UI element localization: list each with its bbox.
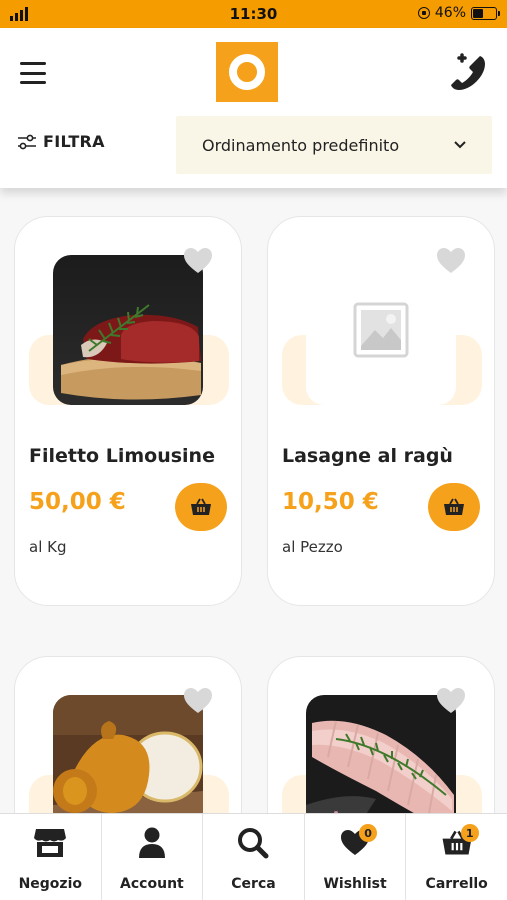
hamburger-menu-icon[interactable]	[20, 62, 46, 84]
filter-button[interactable]: FILTRA	[17, 132, 105, 151]
cart-count-badge: 1	[460, 824, 479, 842]
product-card[interactable]: Lasagne al ragù 10,50 € al Pezzo	[267, 216, 495, 606]
product-card[interactable]: Filetto Limousine 50,00 € al Kg	[14, 216, 242, 606]
nav-item-carrello[interactable]: 1 Carrello	[406, 814, 507, 900]
product-image[interactable]	[53, 255, 203, 405]
wishlist-heart-icon[interactable]	[436, 247, 466, 275]
nav-item-account[interactable]: Account	[102, 814, 204, 900]
store-icon	[32, 826, 68, 860]
orientation-lock-icon	[417, 7, 430, 19]
user-icon	[134, 826, 170, 860]
phone-add-icon[interactable]	[447, 52, 489, 94]
nav-item-negozio[interactable]: Negozio	[0, 814, 102, 900]
wishlist-count-badge: 0	[359, 824, 378, 842]
battery-icon	[471, 6, 500, 20]
bottom-nav: Negozio Account Cerca 0 Wishlist 1 Carre…	[0, 813, 507, 900]
product-name[interactable]: Lasagne al ragù	[282, 445, 453, 467]
status-bar: 11:30 46%	[0, 0, 507, 28]
placeholder-image[interactable]	[306, 255, 456, 405]
nav-label: Account	[120, 876, 184, 892]
basket-icon: 1	[439, 824, 479, 860]
battery-percent: 46%	[434, 5, 466, 21]
filter-label: FILTRA	[43, 132, 105, 151]
product-unit: al Pezzo	[282, 538, 343, 556]
nav-label: Negozio	[18, 876, 82, 892]
nav-item-wishlist[interactable]: 0 Wishlist	[305, 814, 407, 900]
add-to-cart-button[interactable]	[428, 483, 480, 531]
product-unit: al Kg	[29, 538, 67, 556]
product-price: 50,00 €	[29, 489, 126, 515]
battery-fill	[473, 8, 484, 18]
chevron-down-icon	[454, 141, 466, 149]
basket-icon	[191, 498, 211, 515]
sort-label: Ordinamento predefinito	[202, 135, 400, 155]
basket-icon	[444, 498, 464, 515]
heart-icon: 0	[337, 824, 378, 860]
nav-label: Cerca	[231, 876, 276, 892]
sort-dropdown[interactable]: Ordinamento predefinito	[176, 116, 492, 174]
product-price: 10,50 €	[282, 489, 379, 515]
logo[interactable]	[216, 42, 278, 102]
nav-item-cerca[interactable]: Cerca	[203, 814, 305, 900]
image-placeholder-icon	[353, 302, 409, 358]
add-to-cart-button[interactable]	[175, 483, 227, 531]
wishlist-heart-icon[interactable]	[436, 687, 466, 715]
nav-label: Carrello	[425, 876, 488, 892]
app-header: FILTRA Ordinamento predefinito	[0, 28, 507, 188]
product-name[interactable]: Filetto Limousine	[29, 445, 215, 467]
wishlist-heart-icon[interactable]	[183, 247, 213, 275]
search-icon	[235, 826, 271, 860]
logo-ring-icon	[229, 54, 265, 90]
sliders-icon	[18, 134, 36, 149]
nav-label: Wishlist	[323, 876, 387, 892]
wishlist-heart-icon[interactable]	[183, 687, 213, 715]
